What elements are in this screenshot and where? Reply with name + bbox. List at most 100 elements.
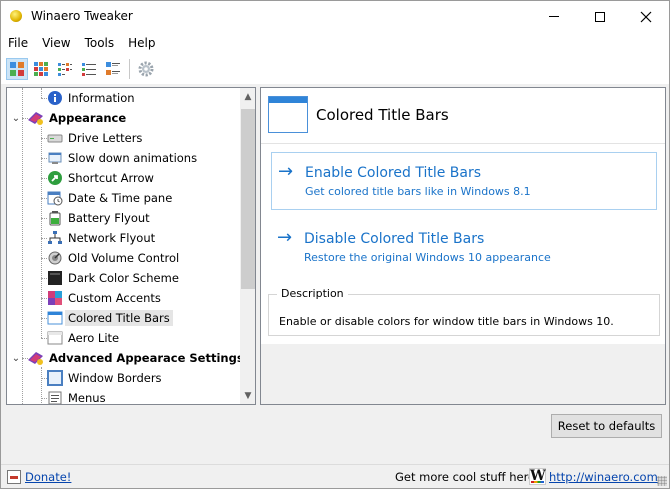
tree-item[interactable]: ⌄ Advanced Appearace Settings [7, 348, 244, 368]
view-list-button[interactable] [54, 58, 76, 80]
arrow-right-icon: → [278, 161, 294, 182]
tree-item[interactable]: Aero Lite [7, 328, 239, 348]
navigation-tree[interactable]: Information ⌄ Appearance Drive Letters Slow … [6, 87, 256, 405]
disable-colored-title-bars-action[interactable]: → Disable Colored Title Bars Restore the… [271, 219, 657, 277]
website-link[interactable]: http://winaero.com [549, 470, 658, 484]
tree-item-label: Colored Title Bars [65, 310, 173, 326]
resize-grip[interactable] [657, 476, 667, 486]
chevron-down-icon[interactable]: ⌄ [11, 113, 21, 124]
tree-item-label: Window Borders [68, 371, 162, 385]
maximize-icon [595, 11, 605, 22]
tree-item-label: Custom Accents [68, 291, 161, 305]
title-bar-icon [47, 310, 63, 326]
winaero-logo-icon: W [529, 468, 546, 485]
minimize-icon [549, 16, 559, 17]
view-large-icons-button[interactable] [6, 58, 28, 80]
donate-icon [7, 470, 21, 484]
tree-item-label: Old Volume Control [68, 251, 180, 265]
tree-item[interactable]: Shortcut Arrow [7, 168, 239, 188]
tree-item-label: Network Flyout [68, 231, 156, 245]
settings-button[interactable] [135, 58, 157, 80]
tree-item[interactable]: Network Flyout [7, 228, 239, 248]
shortcut-arrow-icon [47, 170, 63, 186]
small-icons-icon [34, 62, 48, 76]
toolbar-separator [129, 59, 130, 79]
action-description: Get colored title bars like in Windows 8… [305, 185, 531, 198]
arrow-right-icon: → [277, 227, 293, 248]
tree-item[interactable]: ⌄ Appearance [7, 108, 239, 128]
page-title: Colored Title Bars [316, 106, 449, 124]
scroll-down-icon[interactable]: ▼ [240, 387, 255, 404]
large-icons-icon [10, 62, 24, 76]
aero-lite-icon [47, 330, 63, 346]
tree-item-label: Dark Color Scheme [68, 271, 179, 285]
volume-icon [47, 250, 63, 266]
enable-colored-title-bars-action[interactable]: → Enable Colored Title Bars Get colored … [271, 152, 657, 210]
tree-item[interactable]: Battery Flyout [7, 208, 239, 228]
tree-item[interactable]: Date & Time pane [7, 188, 239, 208]
page-header: Colored Title Bars [261, 88, 665, 144]
donate-link[interactable]: Donate! [25, 470, 71, 484]
tree-item-label: Advanced Appearace Settings [49, 351, 244, 365]
app-icon [10, 10, 22, 22]
tree-item-label: Appearance [49, 111, 127, 125]
menu-file[interactable]: File [1, 32, 35, 54]
tree-item[interactable]: Colored Title Bars [7, 308, 239, 328]
menu-view[interactable]: View [35, 32, 77, 54]
dark-scheme-icon [47, 270, 63, 286]
title-bar-page-icon [268, 96, 308, 133]
close-button[interactable] [623, 1, 669, 32]
tree-scrollbar[interactable]: ▲ ▼ [240, 88, 255, 404]
list-icon [58, 63, 72, 76]
menu-bar: File View Tools Help [1, 32, 669, 54]
tree-item-label: Battery Flyout [68, 211, 150, 225]
gear-icon [138, 61, 154, 77]
tree-item[interactable]: Window Borders [7, 368, 239, 388]
description-text: Enable or disable colors for window titl… [279, 315, 614, 328]
appearance-icon [27, 350, 43, 366]
scroll-up-icon[interactable]: ▲ [240, 88, 255, 105]
status-text: Get more cool stuff here: [395, 470, 539, 484]
drive-icon [47, 130, 63, 146]
minimize-button[interactable] [531, 1, 577, 32]
menu-tools[interactable]: Tools [78, 32, 122, 54]
app-window: Winaero Tweaker File View Tools Help Inf… [0, 0, 670, 489]
window-borders-icon [47, 370, 63, 386]
tree-item-label: Date & Time pane [68, 191, 173, 205]
action-description: Restore the original Windows 10 appearan… [304, 251, 551, 264]
maximize-button[interactable] [577, 1, 623, 32]
view-details-button[interactable] [78, 58, 100, 80]
tree-item-label: Drive Letters [68, 131, 143, 145]
tiles-icon [106, 62, 120, 75]
view-tiles-button[interactable] [102, 58, 124, 80]
action-title: Enable Colored Title Bars [305, 165, 482, 181]
network-icon [47, 230, 63, 246]
menus-icon [47, 390, 63, 404]
tree-item[interactable]: Information [7, 88, 239, 108]
view-small-icons-button[interactable] [30, 58, 52, 80]
animation-icon [47, 150, 63, 166]
chevron-down-icon[interactable]: ⌄ [11, 353, 21, 364]
scrollbar-thumb[interactable] [241, 109, 255, 289]
tree-item[interactable]: Custom Accents [7, 288, 239, 308]
panel-empty-area [261, 344, 665, 404]
tree-item[interactable]: Slow down animations [7, 148, 239, 168]
window-title: Winaero Tweaker [31, 9, 133, 23]
details-icon [82, 63, 96, 76]
toolbar [1, 54, 669, 84]
tree-item[interactable]: Dark Color Scheme [7, 268, 239, 288]
title-bar[interactable]: Winaero Tweaker [1, 1, 669, 32]
tree-item-label: Menus [68, 391, 106, 405]
accents-icon [47, 290, 63, 306]
menu-help[interactable]: Help [121, 32, 162, 54]
content-panel: Colored Title Bars → Enable Colored Titl… [260, 87, 666, 405]
description-group: Description Enable or disable colors for… [268, 287, 660, 336]
close-icon [640, 11, 652, 22]
tree-item-label: Shortcut Arrow [68, 171, 154, 185]
clock-icon [47, 190, 63, 206]
reset-to-defaults-button[interactable]: Reset to defaults [551, 414, 662, 438]
tree-item[interactable]: Menus [7, 388, 239, 405]
info-icon [47, 90, 63, 106]
tree-item[interactable]: Old Volume Control [7, 248, 239, 268]
tree-item[interactable]: Drive Letters [7, 128, 239, 148]
